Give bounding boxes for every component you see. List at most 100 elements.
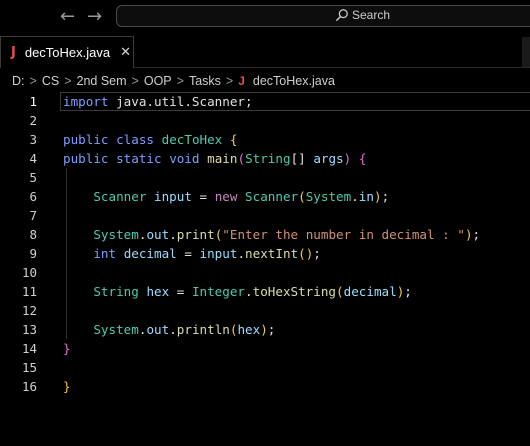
code-text: public class decToHex { bbox=[63, 130, 237, 149]
line-number: 15 bbox=[21, 360, 37, 375]
code-editor[interactable]: 1 import java.util.Scanner; 2 3 public class… bbox=[0, 92, 530, 446]
code-line[interactable]: 11 String hex = Integer.toHexString(deci… bbox=[0, 282, 530, 301]
line-number: 6 bbox=[29, 189, 37, 204]
code-line[interactable]: 10 bbox=[0, 263, 530, 282]
line-number: 2 bbox=[29, 113, 37, 128]
code-text: System.out.print("Enter the number in de… bbox=[63, 225, 480, 244]
code-token: hex bbox=[146, 284, 170, 299]
line-number: 3 bbox=[29, 132, 37, 147]
code-token: . bbox=[237, 246, 246, 261]
breadcrumb-item-2nd-sem[interactable]: 2nd Sem bbox=[77, 74, 127, 88]
code-token: ; bbox=[404, 284, 412, 299]
line-number: 1 bbox=[29, 94, 37, 109]
code-token: ) bbox=[260, 322, 268, 337]
code-token: . bbox=[245, 284, 253, 299]
code-token: } bbox=[63, 379, 71, 394]
java-file-icon: J bbox=[11, 45, 16, 60]
line-number: 14 bbox=[21, 341, 37, 356]
code-line[interactable]: 1 import java.util.Scanner; bbox=[0, 92, 530, 111]
code-token: () bbox=[298, 246, 314, 261]
code-token: import bbox=[63, 94, 109, 109]
code-line[interactable]: 13 System.out.println(hex); bbox=[0, 320, 530, 339]
line-number: 12 bbox=[21, 303, 37, 318]
code-line[interactable]: 12 bbox=[0, 301, 530, 320]
code-line[interactable]: 9 int decimal = input.nextInt(); bbox=[0, 244, 530, 263]
code-token: int bbox=[93, 246, 117, 261]
line-number: 10 bbox=[21, 265, 37, 280]
code-token: { bbox=[229, 132, 238, 147]
code-token: . bbox=[351, 189, 359, 204]
code-token: static bbox=[116, 151, 162, 166]
code-token: = bbox=[191, 189, 215, 204]
code-line[interactable]: 7 bbox=[0, 206, 530, 225]
line-number: 16 bbox=[21, 379, 37, 394]
arrow-right-icon[interactable]: → bbox=[87, 7, 102, 27]
line-number: 8 bbox=[29, 227, 37, 242]
code-token: args bbox=[313, 151, 344, 166]
code-token: decimal bbox=[343, 284, 397, 299]
command-center-search[interactable]: Search bbox=[116, 5, 530, 27]
breadcrumb-item-drive[interactable]: D: bbox=[12, 74, 25, 88]
code-line[interactable]: 5 bbox=[0, 168, 530, 187]
code-token: "Enter the number in decimal : " bbox=[222, 227, 465, 242]
code-token: ) bbox=[373, 189, 382, 204]
breadcrumb-item-oop[interactable]: OOP bbox=[144, 74, 172, 88]
code-token: ) bbox=[464, 227, 473, 242]
code-line[interactable]: 14} bbox=[0, 339, 530, 358]
code-token: ; bbox=[267, 322, 276, 337]
code-token: print bbox=[176, 227, 215, 242]
arrow-left-icon[interactable]: ← bbox=[60, 7, 75, 27]
code-token: class bbox=[116, 132, 155, 147]
code-token: Scanner bbox=[245, 189, 299, 204]
code-text: public static void main(String[] args) { bbox=[63, 149, 366, 168]
code-line[interactable]: 4 public static void main(String[] args) … bbox=[0, 149, 530, 168]
code-token: = bbox=[176, 246, 200, 261]
code-token: public bbox=[63, 132, 109, 147]
code-token: println bbox=[176, 322, 230, 337]
editor-window: ← → Search J decToHex.java ✕ D: > CS > 2… bbox=[0, 0, 530, 446]
code-token: public bbox=[63, 151, 109, 166]
code-line[interactable]: 2 bbox=[0, 111, 530, 130]
code-text: import java.util.Scanner; bbox=[63, 92, 253, 111]
code-token: in bbox=[358, 189, 374, 204]
code-text: System.out.println(hex); bbox=[63, 320, 275, 339]
line-number: 7 bbox=[29, 208, 37, 223]
code-token: . bbox=[169, 227, 177, 242]
code-token: System bbox=[93, 322, 139, 337]
code-token: Integer bbox=[191, 284, 246, 299]
code-line[interactable]: 15 bbox=[0, 358, 530, 377]
code-text: } bbox=[63, 377, 71, 396]
tab-dectohex-java[interactable]: J decToHex.java ✕ bbox=[0, 36, 134, 68]
code-token: = bbox=[169, 284, 192, 299]
code-line[interactable]: 3 public class decToHex { bbox=[0, 130, 530, 149]
code-token: ( bbox=[237, 151, 246, 166]
code-token: ; bbox=[472, 227, 481, 242]
code-token: nextInt bbox=[245, 246, 299, 261]
tab-bar-overflow bbox=[522, 37, 530, 67]
tab-label: decToHex.java bbox=[24, 45, 111, 60]
code-token: input bbox=[199, 246, 238, 261]
code-token: decimal bbox=[123, 246, 177, 261]
code-token: java.util.Scanner; bbox=[108, 94, 253, 109]
code-token: String bbox=[245, 151, 291, 166]
chevron-right-icon: > bbox=[225, 74, 234, 88]
search-label: Search bbox=[352, 8, 391, 22]
code-token: System bbox=[93, 227, 139, 242]
breadcrumb-item-tasks[interactable]: Tasks bbox=[189, 74, 221, 88]
code-token: [] bbox=[290, 151, 314, 166]
code-token: hex bbox=[237, 322, 261, 337]
code-line[interactable]: 6 Scanner input = new Scanner(System.in)… bbox=[0, 187, 530, 206]
breadcrumb-item-cs[interactable]: CS bbox=[42, 74, 59, 88]
code-token: ( bbox=[298, 189, 306, 204]
breadcrumb-item-file[interactable]: decToHex.java bbox=[253, 74, 335, 88]
close-icon[interactable]: ✕ bbox=[120, 45, 131, 60]
code-line[interactable]: 8 System.out.print("Enter the number in … bbox=[0, 225, 530, 244]
code-line[interactable]: 16} bbox=[0, 377, 530, 396]
